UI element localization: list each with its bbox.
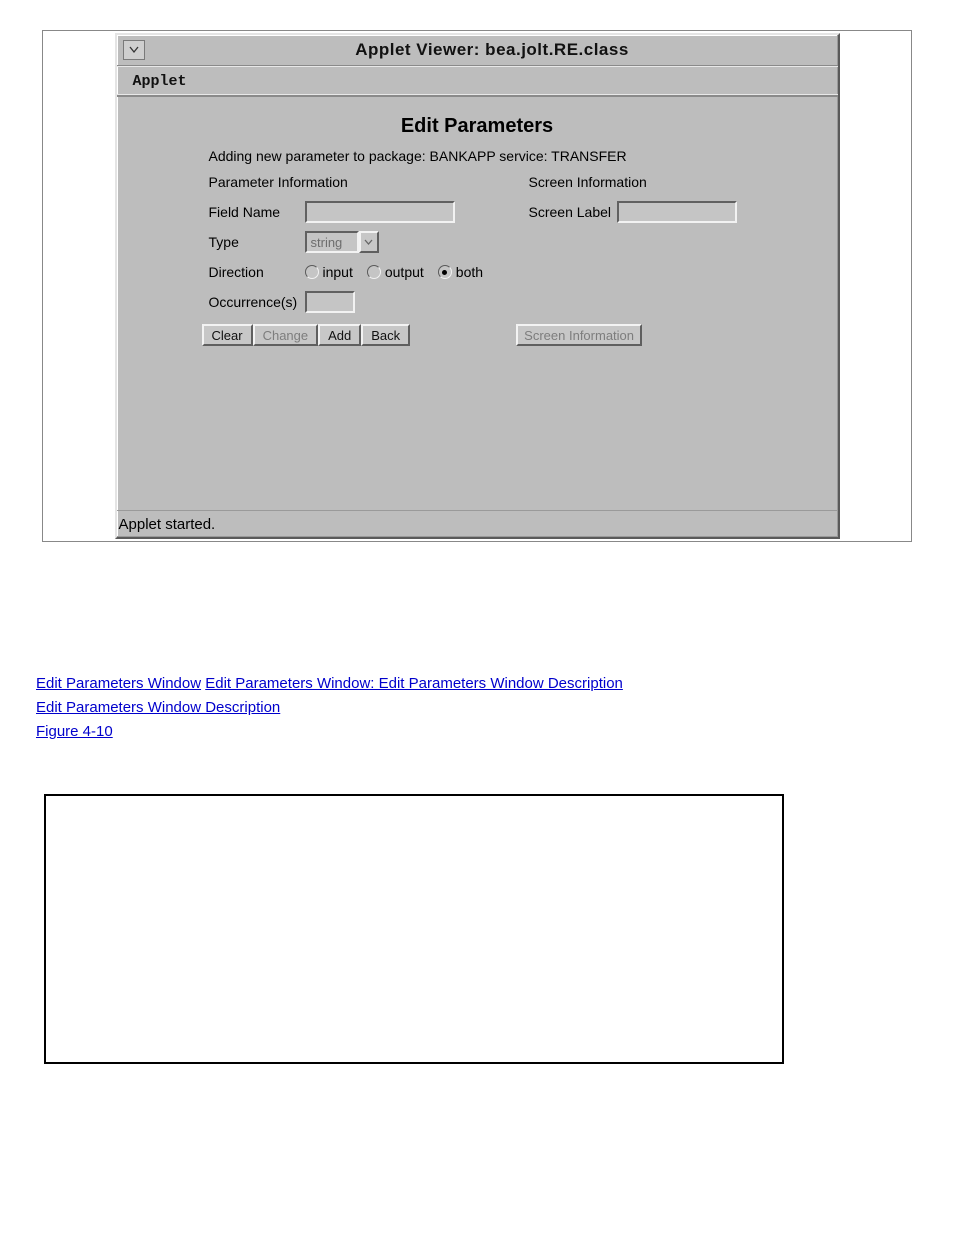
back-button[interactable]: Back	[361, 324, 410, 346]
type-label: Type	[209, 234, 305, 250]
field-name-label: Field Name	[209, 204, 305, 220]
statusbar: Applet started.	[117, 510, 838, 537]
link-edit-parameters-window-description[interactable]: Edit Parameters Window: Edit Parameters …	[205, 675, 623, 692]
direction-radio-output-label: output	[385, 264, 424, 280]
menu-applet[interactable]: Applet	[127, 71, 193, 92]
direction-radio-both-label: both	[456, 264, 483, 280]
system-menu-button[interactable]	[123, 40, 145, 60]
page-heading: Edit Parameters	[129, 115, 826, 138]
occurrences-input[interactable]	[305, 291, 355, 313]
add-button[interactable]: Add	[318, 324, 361, 346]
screen-label-input[interactable]	[617, 201, 737, 223]
empty-figure-frame	[44, 794, 784, 1064]
direction-radiogroup: input output both	[305, 264, 484, 280]
link-edit-parameters-window-desc2[interactable]: Edit Parameters Window Description	[36, 699, 280, 716]
occurrences-label: Occurrence(s)	[209, 294, 305, 310]
field-name-input[interactable]	[305, 201, 455, 223]
menubar: Applet	[117, 66, 838, 97]
direction-radio-both[interactable]: both	[438, 264, 483, 280]
page-subheading: Adding new parameter to package: BANKAPP…	[209, 148, 826, 164]
type-select-button[interactable]	[359, 231, 379, 253]
parameter-info-label: Parameter Information	[209, 174, 529, 190]
direction-label: Direction	[209, 264, 305, 280]
screen-information-button[interactable]: Screen Information	[516, 324, 642, 346]
link-figure-4-10[interactable]: Figure 4-10	[36, 723, 113, 740]
applet-canvas: Edit Parameters Adding new parameter to …	[117, 97, 838, 537]
window-title: Applet Viewer: bea.jolt.RE.class	[153, 40, 832, 60]
change-button[interactable]: Change	[253, 324, 319, 346]
type-select[interactable]: string	[305, 231, 379, 253]
chevron-down-icon	[129, 46, 139, 54]
direction-radio-input-label: input	[323, 264, 353, 280]
screen-info-label: Screen Information	[529, 174, 789, 190]
window-titlebar: Applet Viewer: bea.jolt.RE.class	[117, 35, 838, 66]
applet-window: Applet Viewer: bea.jolt.RE.class Applet …	[115, 33, 840, 539]
direction-radio-output[interactable]: output	[367, 264, 424, 280]
clear-button[interactable]: Clear	[202, 324, 253, 346]
button-row: Clear Change Add Back Screen Information	[202, 324, 826, 346]
direction-radio-input[interactable]: input	[305, 264, 353, 280]
chevron-down-icon	[364, 239, 373, 246]
doc-links: Edit Parameters Window Edit Parameters W…	[36, 672, 866, 744]
screen-label-label: Screen Label	[529, 204, 617, 220]
link-edit-parameters-window[interactable]: Edit Parameters Window	[36, 675, 201, 692]
type-select-value: string	[305, 231, 359, 253]
